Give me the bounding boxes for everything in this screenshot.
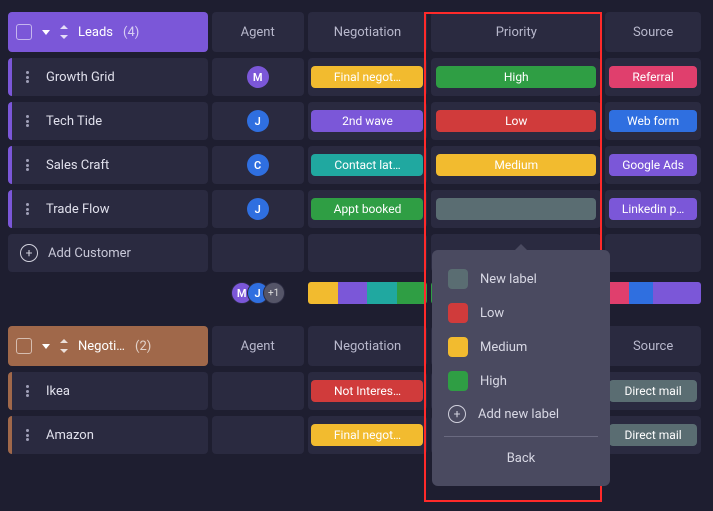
negotiation-cell[interactable]: Final negot… [308,58,428,96]
priority-pill: Low [436,110,596,132]
dropdown-option[interactable]: New label [444,262,598,296]
group-header-negotiation[interactable]: Negoti… (2) [8,326,208,366]
table-row[interactable]: Trade Flow J Appt booked Linkedin p… [8,190,705,228]
group-title: Leads [78,25,113,40]
add-customer-button[interactable]: + Add Customer [8,234,208,272]
col-header-agent[interactable]: Agent [212,326,304,366]
source-pill: Referral [609,66,697,88]
chevron-down-icon[interactable] [42,344,50,349]
source-cell[interactable]: Direct mail [605,416,701,454]
negotiation-pill: Final negot… [311,424,423,446]
source-cell[interactable]: Referral [605,58,701,96]
kebab-icon[interactable] [20,384,34,398]
dropdown-option-label: Medium [480,340,527,355]
source-cell[interactable]: Web form [605,102,701,140]
table-row[interactable]: Sales Craft C Contact lat… Medium Google Ads [8,146,705,184]
group-count: (4) [123,25,139,40]
color-swatch [448,269,468,289]
negotiation-cell[interactable]: Contact lat… [308,146,428,184]
col-header-source[interactable]: Source [605,12,701,52]
priority-dropdown: New label Low Medium High +Add new label Back [432,250,610,486]
kebab-icon[interactable] [20,158,34,172]
col-header-negotiation[interactable]: Negotiation [308,326,428,366]
row-name: Tech Tide [46,114,102,129]
source-pill: Direct mail [609,424,697,446]
priority-pill-empty [436,198,596,220]
kebab-icon[interactable] [20,428,34,442]
sort-icon[interactable] [60,25,68,39]
source-pill: Linkedin p… [609,198,697,220]
kebab-icon[interactable] [20,70,34,84]
agent-summary: MJ+1 [231,282,285,304]
source-pill: Google Ads [609,154,697,176]
row-name: Trade Flow [46,202,109,217]
color-swatch [448,371,468,391]
avatar: J [247,198,269,220]
negotiation-cell[interactable]: Final negot… [308,416,428,454]
source-cell[interactable]: Linkedin p… [605,190,701,228]
avatar: J [247,110,269,132]
kebab-icon[interactable] [20,202,34,216]
agent-cell[interactable]: M [212,58,304,96]
avatar: C [247,154,269,176]
chevron-down-icon[interactable] [42,30,50,35]
negotiation-pill: Appt booked [311,198,423,220]
table-row[interactable]: Growth Grid M Final negot… High Referral [8,58,705,96]
dropdown-option-label: Low [480,306,504,321]
color-swatch [448,337,468,357]
negotiation-pill: Final negot… [311,66,423,88]
row-name: Sales Craft [46,158,109,173]
dropdown-back-button[interactable]: Back [444,443,598,474]
agent-cell[interactable]: C [212,146,304,184]
agent-cell[interactable]: J [212,102,304,140]
priority-cell[interactable]: Low [431,102,601,140]
table-row[interactable]: Tech Tide J 2nd wave Low Web form [8,102,705,140]
avatar: M [247,66,269,88]
dropdown-option[interactable]: High [444,364,598,398]
source-cell[interactable]: Google Ads [605,146,701,184]
dropdown-option-label: High [480,374,507,389]
col-header-agent[interactable]: Agent [212,12,304,52]
add-new-label-button[interactable]: +Add new label [444,398,598,430]
row-name: Amazon [46,428,94,443]
source-cell[interactable]: Direct mail [605,372,701,410]
negotiation-summary-bar [308,282,428,304]
sort-icon[interactable] [60,339,68,353]
priority-pill: Medium [436,154,596,176]
priority-cell[interactable]: Medium [431,146,601,184]
avatar-overflow: +1 [263,282,285,304]
agent-cell[interactable] [212,416,304,454]
col-header-negotiation[interactable]: Negotiation [308,12,428,52]
col-header-priority[interactable]: Priority [431,12,601,52]
group-count: (2) [135,339,151,354]
priority-pill: High [436,66,596,88]
color-swatch [448,303,468,323]
negotiation-pill: Contact lat… [311,154,423,176]
plus-circle-icon: + [20,244,38,262]
agent-cell[interactable] [212,372,304,410]
dropdown-option-label: New label [480,272,537,287]
source-pill: Web form [609,110,697,132]
kebab-icon[interactable] [20,114,34,128]
row-name: Ikea [46,384,70,399]
priority-cell[interactable]: High [431,58,601,96]
source-summary-bar [605,282,701,304]
checkbox-icon[interactable] [16,24,32,40]
group-header-leads[interactable]: Leads (4) [8,12,208,52]
negotiation-cell[interactable]: 2nd wave [308,102,428,140]
source-pill: Direct mail [609,380,697,402]
negotiation-cell[interactable]: Not Interes… [308,372,428,410]
negotiation-pill: Not Interes… [311,380,423,402]
negotiation-pill: 2nd wave [311,110,423,132]
col-header-source[interactable]: Source [605,326,701,366]
dropdown-option[interactable]: Medium [444,330,598,364]
agent-cell[interactable]: J [212,190,304,228]
dropdown-option[interactable]: Low [444,296,598,330]
priority-cell[interactable] [431,190,601,228]
row-name: Growth Grid [46,70,115,85]
plus-circle-icon: + [448,405,466,423]
group-title: Negoti… [78,339,125,354]
negotiation-cell[interactable]: Appt booked [308,190,428,228]
checkbox-icon[interactable] [16,338,32,354]
